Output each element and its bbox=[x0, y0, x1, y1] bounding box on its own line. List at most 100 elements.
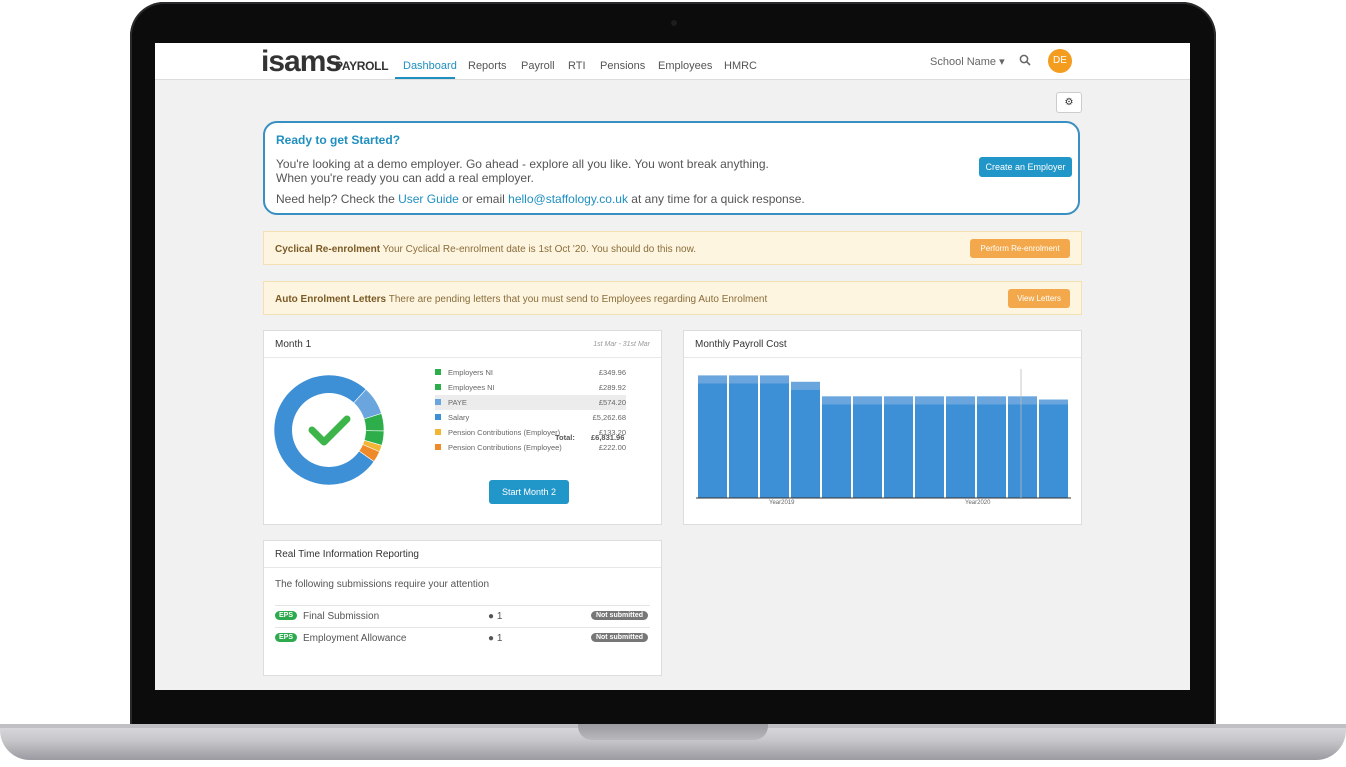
bar-top-band bbox=[1039, 399, 1068, 405]
rti-intro: The following submissions require your a… bbox=[275, 579, 489, 590]
alert-text: Cyclical Re-enrolment Your Cyclical Re-e… bbox=[275, 244, 696, 255]
legend-label: Pension Contributions (Employer) bbox=[448, 428, 561, 437]
alert-message: Your Cyclical Re-enrolment date is 1st O… bbox=[380, 244, 697, 255]
camera bbox=[671, 20, 677, 26]
auto-enrolment-alert: Auto Enrolment Letters There are pending… bbox=[263, 281, 1082, 315]
view-letters-button[interactable]: View Letters bbox=[1008, 289, 1070, 308]
legend-value: £289.92 bbox=[598, 383, 626, 392]
rti-row[interactable]: EPS Employment Allowance ● 1 Not submitt… bbox=[275, 627, 650, 650]
bar-top-band bbox=[1008, 396, 1037, 405]
start-month-button[interactable]: Start Month 2 bbox=[489, 480, 569, 504]
create-employer-button[interactable]: Create an Employer bbox=[979, 157, 1072, 177]
legend-label: PAYE bbox=[448, 398, 467, 407]
card-header: Real Time Information Reporting bbox=[264, 541, 661, 568]
email-link[interactable]: hello@staffology.co.uk bbox=[508, 192, 628, 206]
card-title: Real Time Information Reporting bbox=[275, 549, 419, 560]
help-suffix: at any time for a quick response. bbox=[627, 192, 805, 206]
card-title: Month 1 bbox=[275, 339, 312, 350]
bar-top-band bbox=[822, 396, 851, 405]
bar-top-band bbox=[760, 375, 789, 384]
panel-description: You're looking at a demo employer. Go ah… bbox=[276, 157, 976, 185]
x-tick-label: Year2020 bbox=[965, 500, 991, 506]
total-value: £6,831.96 bbox=[591, 433, 625, 442]
total-label: Total: bbox=[555, 433, 575, 442]
legend-label: Salary bbox=[448, 413, 470, 422]
nav-dashboard[interactable]: Dashboard bbox=[403, 60, 457, 72]
status-badge: Not submitted bbox=[590, 611, 648, 620]
bar bbox=[760, 375, 789, 498]
comment-count-value: 1 bbox=[496, 611, 503, 622]
legend-swatch bbox=[435, 444, 441, 450]
legend-label: Pension Contributions (Employee) bbox=[448, 443, 562, 452]
bar bbox=[1008, 396, 1037, 498]
nav-payroll[interactable]: Payroll bbox=[521, 60, 555, 72]
nav-hmrc[interactable]: HMRC bbox=[724, 60, 757, 72]
nav-rti[interactable]: RTI bbox=[568, 60, 586, 72]
bar bbox=[977, 396, 1006, 498]
panel-title: Ready to get Started? bbox=[276, 133, 401, 147]
school-selector[interactable]: School Name ▾ bbox=[930, 55, 1005, 68]
re-enrolment-alert: Cyclical Re-enrolment Your Cyclical Re-e… bbox=[263, 231, 1082, 265]
submission-name: Employment Allowance bbox=[303, 633, 407, 644]
laptop-notch bbox=[578, 724, 768, 740]
help-prefix: Need help? Check the bbox=[276, 192, 399, 206]
legend-swatch bbox=[435, 369, 441, 375]
legend-item: PAYE £574.20 bbox=[435, 395, 626, 410]
bar-top-band bbox=[791, 381, 820, 390]
date-range: 1st Mar - 31st Mar bbox=[593, 341, 650, 348]
card-title: Monthly Payroll Cost bbox=[695, 339, 787, 350]
bar-top-band bbox=[884, 396, 913, 405]
bar bbox=[791, 381, 820, 498]
bar-top-band bbox=[915, 396, 944, 405]
legend-item: Pension Contributions (Employee) £222.00 bbox=[435, 440, 626, 455]
bar bbox=[853, 396, 882, 498]
search-icon[interactable] bbox=[1019, 54, 1031, 66]
month-card: Month 1 1st Mar - 31st Mar Employers NI £… bbox=[263, 330, 662, 525]
status-badge: Not submitted bbox=[590, 633, 648, 642]
top-navbar: isams PAYROLL Dashboard Reports Payroll … bbox=[155, 43, 1190, 80]
eps-badge: EPS bbox=[275, 633, 298, 642]
bar-top-band bbox=[729, 375, 758, 384]
comment-count-value: 1 bbox=[496, 633, 503, 644]
help-mid: or email bbox=[458, 192, 509, 206]
gears-icon: ⚙ bbox=[1064, 97, 1074, 108]
comment-icon: ● bbox=[488, 611, 495, 622]
nav-employees[interactable]: Employees bbox=[658, 60, 712, 72]
legend-label: Employers NI bbox=[448, 368, 494, 377]
nav-reports[interactable]: Reports bbox=[468, 60, 507, 72]
payroll-cost-card: Monthly Payroll Cost Year2019 Year2020 bbox=[683, 330, 1082, 525]
legend-value: £222.00 bbox=[598, 443, 626, 452]
logo: isams bbox=[261, 45, 342, 78]
legend-label: Employees NI bbox=[448, 383, 495, 392]
legend-item: Employers NI £349.96 bbox=[435, 365, 626, 380]
bar-top-band bbox=[698, 375, 727, 384]
bar-top-band bbox=[853, 396, 882, 405]
active-tab-indicator bbox=[395, 77, 455, 79]
bar bbox=[822, 396, 851, 498]
legend-swatch bbox=[435, 384, 441, 390]
user-guide-link[interactable]: User Guide bbox=[398, 192, 459, 206]
comment-count: ● 1 bbox=[488, 611, 502, 622]
legend-swatch bbox=[435, 399, 441, 405]
settings-button[interactable]: ⚙ bbox=[1056, 92, 1082, 113]
alert-text: Auto Enrolment Letters There are pending… bbox=[275, 294, 767, 305]
card-header: Monthly Payroll Cost bbox=[684, 331, 1081, 358]
rti-card: Real Time Information Reporting The foll… bbox=[263, 540, 662, 676]
bar bbox=[884, 396, 913, 498]
bar-top-band bbox=[946, 396, 975, 405]
bar-top-band bbox=[977, 396, 1006, 405]
monthly-cost-chart bbox=[696, 369, 1071, 499]
payroll-donut-chart bbox=[274, 374, 384, 486]
nav-pensions[interactable]: Pensions bbox=[600, 60, 645, 72]
avatar[interactable]: DE bbox=[1048, 49, 1072, 73]
bar bbox=[698, 375, 727, 498]
comment-icon: ● bbox=[488, 633, 495, 644]
comment-count: ● 1 bbox=[488, 633, 502, 644]
logo-subtitle: PAYROLL bbox=[335, 59, 389, 73]
rti-row[interactable]: EPS Final Submission ● 1 Not submitted bbox=[275, 605, 650, 628]
legend-value: £5,262.68 bbox=[592, 413, 626, 422]
perform-re-enrolment-button[interactable]: Perform Re-enrolment bbox=[970, 239, 1070, 258]
legend-value: £349.96 bbox=[598, 368, 626, 377]
app-screen: isams PAYROLL Dashboard Reports Payroll … bbox=[155, 43, 1190, 690]
help-text: Need help? Check the User Guide or email… bbox=[276, 192, 805, 206]
